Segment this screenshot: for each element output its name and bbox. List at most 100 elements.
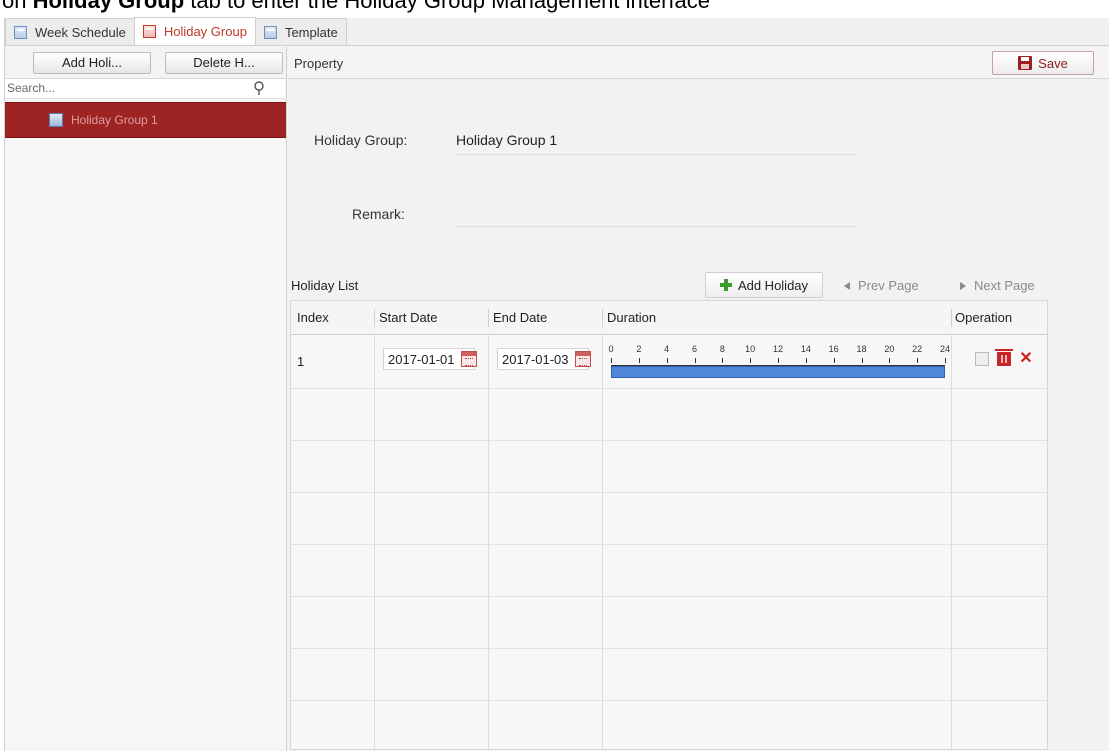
timeline-tick: [750, 358, 752, 363]
start-date-value: 2017-01-01: [388, 351, 455, 367]
search-bar: [5, 79, 285, 99]
column-header-operation: Operation: [955, 310, 1013, 325]
row-line: [291, 492, 1047, 493]
timeline-tick: [778, 358, 779, 363]
column-line: [374, 335, 375, 749]
timeline-tick-label: 24: [939, 344, 951, 354]
duration-bar[interactable]: [611, 366, 945, 378]
holiday-group-item-label: Holiday Group 1: [71, 113, 158, 127]
caption-text-2: tab to enter the Holiday Group Managemen…: [184, 0, 711, 13]
next-arrow-icon: [960, 281, 966, 290]
tab-bar: Week Schedule Holiday Group Template: [5, 17, 1109, 46]
row-line: [291, 700, 1047, 701]
timeline-tick-label: 6: [691, 344, 698, 354]
timeline-tick: [805, 358, 807, 363]
left-toolbar: Add Holi... Delete H...: [5, 47, 286, 79]
column-header-duration: Duration: [607, 310, 657, 325]
group-icon: [49, 113, 63, 127]
holiday-list-header: Holiday List Add Holiday Prev Page Next …: [288, 269, 1109, 299]
duration-timeline[interactable]: 0 2 4 6 8 10 12 14 16 18 20 22 24: [607, 344, 950, 380]
tab-holiday-group[interactable]: Holiday Group: [133, 17, 256, 45]
tab-label: Holiday Group: [163, 24, 247, 39]
save-icon: [1018, 56, 1033, 70]
holiday-group-label: Holiday Group:: [314, 132, 408, 148]
save-label: Save: [1038, 55, 1068, 71]
row-line: [291, 440, 1047, 441]
left-panel: Add Holi... Delete H... Holiday Group 1: [5, 47, 287, 751]
timeline-tick-label: 8: [719, 344, 725, 354]
column-header-end-date: End Date: [493, 310, 548, 325]
timeline-tick-label: 14: [800, 344, 811, 354]
holiday-table: Index Start Date End Date Duration Opera…: [290, 300, 1048, 750]
end-date-value: 2017-01-03: [502, 351, 569, 367]
column-line: [488, 335, 489, 749]
timeline-tick: [722, 358, 724, 363]
remark-label: Remark:: [352, 206, 405, 222]
timeline-tick: [945, 358, 946, 363]
plus-icon: [719, 279, 732, 291]
timeline-tick: [861, 358, 863, 363]
timeline-tick-label: 4: [664, 344, 670, 354]
timeline-tick-label: 0: [608, 344, 614, 354]
edit-icon[interactable]: [975, 352, 989, 366]
timeline-tick: [611, 358, 612, 363]
calendar-icon: [14, 25, 27, 39]
right-panel: Property Save Holiday Group: Holiday Gro…: [288, 47, 1109, 751]
holiday-group-name-field[interactable]: Holiday Group 1: [456, 132, 856, 155]
row-index: 1: [297, 354, 305, 369]
timeline-tick-label: 16: [828, 344, 839, 354]
save-button[interactable]: Save: [992, 51, 1094, 75]
app-window: EST. WE SECURE YOUR LIFE Week Schedule H…: [4, 17, 1109, 751]
clear-icon[interactable]: ✕: [1019, 351, 1033, 367]
add-holiday-group-button[interactable]: Add Holi...: [33, 51, 151, 74]
timeline-tick: [917, 358, 919, 363]
column-divider: [602, 309, 603, 327]
timeline-tick: [833, 358, 835, 363]
column-divider: [951, 309, 952, 327]
table-row[interactable]: 1 2017-01-01 2017-01-03 0 2 4 6 8 10 12 14 16 18 2…: [291, 336, 1047, 388]
holiday-group-item[interactable]: Holiday Group 1: [5, 102, 286, 138]
caption-bold: Holiday Group: [32, 0, 185, 13]
end-date-calendar-icon[interactable]: [575, 351, 591, 367]
remark-field[interactable]: [456, 197, 856, 227]
property-title: Property: [294, 56, 344, 71]
row-line: [291, 544, 1047, 545]
search-input[interactable]: [5, 79, 245, 97]
prev-page-button[interactable]: Prev Page: [844, 278, 919, 293]
holiday-list-title: Holiday List: [291, 278, 359, 293]
row-line: [291, 648, 1047, 649]
column-divider: [374, 309, 375, 327]
row-line: [291, 596, 1047, 597]
calendar-icon: [142, 25, 156, 38]
tab-week-schedule[interactable]: Week Schedule: [5, 18, 135, 45]
search-icon[interactable]: [253, 81, 265, 95]
timeline-tick-label: 10: [745, 344, 756, 354]
timeline-tick-label: 20: [884, 344, 895, 354]
prev-arrow-icon: [844, 281, 850, 290]
column-header-index: Index: [297, 310, 329, 325]
template-icon: [263, 25, 277, 39]
timeline-tick-label: 2: [636, 344, 642, 354]
add-holiday-label: Add Holiday: [737, 277, 809, 293]
next-page-label: Next Page: [974, 278, 1035, 293]
caption-text-1: on: [2, 0, 33, 13]
start-date-calendar-icon[interactable]: [461, 351, 477, 367]
timeline-tick-label: 22: [912, 344, 923, 354]
property-bar: Property Save: [288, 47, 1109, 79]
timeline-tick: [666, 358, 668, 363]
delete-holiday-group-button[interactable]: Delete H...: [165, 51, 283, 74]
tab-label: Week Schedule: [35, 24, 126, 40]
tab-label: Template: [284, 24, 338, 40]
timeline-tick: [694, 358, 696, 363]
column-line: [602, 335, 603, 749]
tab-template[interactable]: Template: [254, 18, 347, 45]
column-divider: [488, 309, 489, 327]
add-holiday-button[interactable]: Add Holiday: [705, 272, 823, 298]
prev-page-label: Prev Page: [858, 278, 919, 293]
delete-icon[interactable]: [995, 349, 1013, 366]
timeline-tick: [889, 358, 891, 363]
row-line: [291, 388, 1047, 389]
column-header-start-date: Start Date: [379, 310, 438, 325]
next-page-button[interactable]: Next Page: [960, 278, 1035, 293]
column-line: [951, 335, 952, 749]
